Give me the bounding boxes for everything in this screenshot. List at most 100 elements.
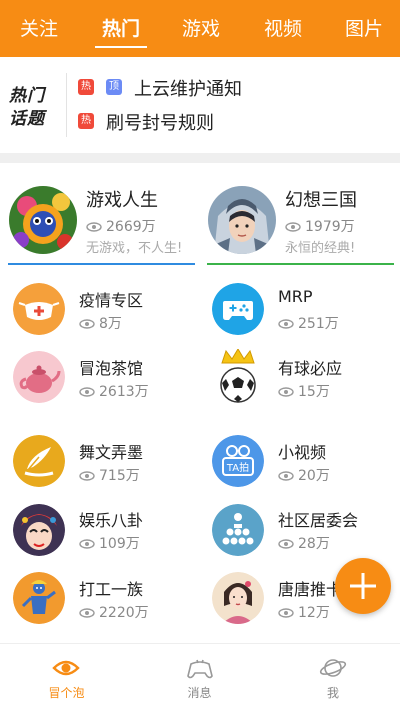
list-item-name[interactable]: 舞文弄墨 bbox=[79, 439, 143, 463]
list-item-views-count: 28万 bbox=[298, 536, 330, 552]
list-item-views: 715万 bbox=[79, 465, 140, 485]
tab-hot[interactable]: 热门 bbox=[95, 14, 147, 44]
list-item-views: 12万 bbox=[278, 602, 330, 622]
eye-icon bbox=[79, 608, 95, 618]
ta-camera-icon-graphic: TA拍 bbox=[212, 435, 264, 487]
bottom-tab-me[interactable]: 我 bbox=[266, 644, 400, 701]
list-item-views: 251万 bbox=[278, 313, 339, 333]
list-item-name[interactable]: 娱乐八卦 bbox=[79, 507, 143, 531]
list-item-views: 2613万 bbox=[79, 381, 149, 401]
bottom-tab-label: 冒个泡 bbox=[48, 686, 85, 700]
eye-icon bbox=[79, 471, 95, 481]
list-item-views-count: 12万 bbox=[298, 605, 330, 621]
worker-icon-graphic bbox=[13, 572, 65, 624]
featured-title[interactable]: 游戏人生 bbox=[86, 186, 158, 212]
soccer-ball-icon-graphic bbox=[220, 348, 256, 403]
list-item-views-count: 2220万 bbox=[99, 605, 149, 621]
hot-topic-link[interactable]: 上云维护通知 bbox=[134, 75, 242, 101]
list-item-views-count: 2613万 bbox=[99, 384, 149, 400]
hot-badge: 热 bbox=[78, 79, 94, 95]
active-tab-indicator bbox=[95, 46, 147, 48]
quill-icon-graphic bbox=[13, 435, 65, 487]
eye-icon bbox=[79, 387, 95, 397]
list-item-views-count: 251万 bbox=[298, 316, 339, 332]
list-item-views: 28万 bbox=[278, 533, 330, 553]
featured-views: 2669万 bbox=[86, 216, 156, 236]
bottom-nav-bar: 冒个泡 消息 我 bbox=[0, 643, 400, 701]
tab-images[interactable]: 图片 bbox=[339, 14, 389, 44]
list-item-views-count: 15万 bbox=[298, 384, 330, 400]
tab-games[interactable]: 游戏 bbox=[176, 14, 226, 44]
bottom-tab-bubble[interactable]: 冒个泡 bbox=[0, 644, 133, 701]
hot-topics-logo-line2: 话题 bbox=[9, 109, 45, 129]
list-item-views-count: 20万 bbox=[298, 468, 330, 484]
tab-video[interactable]: 视频 bbox=[258, 14, 308, 44]
eye-icon bbox=[278, 387, 294, 397]
featured-title[interactable]: 幻想三国 bbox=[285, 186, 357, 212]
list-item-name[interactable]: 唐唐推卡 bbox=[278, 576, 342, 600]
list-item-name[interactable]: 冒泡茶馆 bbox=[79, 355, 143, 379]
featured-views-count: 2669万 bbox=[106, 219, 156, 235]
pinned-badge: 顶 bbox=[106, 79, 122, 95]
eye-icon bbox=[278, 608, 294, 618]
list-item-views-count: 109万 bbox=[99, 536, 140, 552]
eye-icon bbox=[285, 222, 301, 232]
mask-icon[interactable] bbox=[13, 283, 65, 335]
list-item-name[interactable]: 小视频 bbox=[278, 439, 326, 463]
list-item-views: 2220万 bbox=[79, 602, 149, 622]
teapot-icon[interactable] bbox=[13, 351, 65, 403]
eye-icon bbox=[79, 319, 95, 329]
bottom-tab-label: 我 bbox=[326, 686, 339, 700]
fantasy-three-kingdoms-avatar[interactable] bbox=[208, 186, 276, 254]
game-life-avatar-icon bbox=[9, 186, 77, 254]
hot-badge: 热 bbox=[78, 113, 94, 129]
eye-icon bbox=[278, 471, 294, 481]
gamepad-icon[interactable] bbox=[212, 283, 264, 335]
featured-views: 1979万 bbox=[285, 216, 355, 236]
opera-face-icon[interactable] bbox=[13, 504, 65, 556]
tab-follow[interactable]: 关注 bbox=[14, 14, 64, 44]
list-item-views: 8万 bbox=[79, 313, 122, 333]
eye-icon bbox=[79, 539, 95, 549]
opera-face-icon-graphic bbox=[13, 504, 65, 556]
eye-icon bbox=[86, 222, 102, 232]
ta-camera-icon-text: TA拍 bbox=[226, 461, 249, 474]
hot-topics-logo: 热门 话题 bbox=[9, 81, 57, 129]
community-icon[interactable] bbox=[212, 504, 264, 556]
section-separator bbox=[0, 153, 400, 163]
teapot-icon-graphic bbox=[13, 351, 65, 403]
list-item-views-count: 715万 bbox=[99, 468, 140, 484]
bottom-tab-label: 消息 bbox=[187, 686, 212, 700]
list-item-views: 20万 bbox=[278, 465, 330, 485]
divider bbox=[66, 73, 67, 137]
list-item-views: 15万 bbox=[278, 381, 330, 401]
warrior-portrait-icon bbox=[208, 186, 276, 254]
lady-portrait-icon-graphic bbox=[212, 572, 264, 624]
plus-icon bbox=[350, 573, 376, 599]
featured-accent-line bbox=[8, 263, 195, 265]
quill-icon[interactable] bbox=[13, 435, 65, 487]
planet-icon bbox=[319, 659, 347, 677]
top-nav-bar: 关注 热门 游戏 视频 图片 bbox=[0, 0, 400, 57]
create-post-button[interactable] bbox=[335, 558, 391, 614]
worker-icon[interactable] bbox=[13, 572, 65, 624]
list-item-name[interactable]: 社区居委会 bbox=[278, 507, 358, 531]
ta-camera-icon[interactable]: TA拍 bbox=[212, 435, 264, 487]
list-item-name[interactable]: 有球必应 bbox=[278, 355, 342, 379]
eye-icon bbox=[278, 539, 294, 549]
hot-topic-link[interactable]: 刷号封号规则 bbox=[106, 109, 214, 135]
game-life-avatar[interactable] bbox=[9, 186, 77, 254]
bottom-tab-messages[interactable]: 消息 bbox=[133, 644, 266, 701]
featured-subtitle: 永恒的经典! bbox=[285, 241, 356, 256]
eye-icon bbox=[52, 660, 80, 676]
hot-topics-panel: 热门 话题 热 顶 上云维护通知 热 刷号封号规则 bbox=[0, 57, 400, 153]
soccer-ball-icon[interactable] bbox=[212, 348, 264, 403]
gamepad-icon-graphic bbox=[212, 283, 264, 335]
list-item-name[interactable]: 打工一族 bbox=[79, 576, 143, 600]
featured-subtitle: 无游戏，不人生! bbox=[86, 241, 183, 256]
mask-icon-graphic bbox=[13, 283, 65, 335]
list-item-name[interactable]: MRP bbox=[278, 287, 313, 306]
list-item-name[interactable]: 疫情专区 bbox=[79, 287, 143, 311]
lady-portrait-icon[interactable] bbox=[212, 572, 264, 624]
featured-accent-line bbox=[207, 263, 394, 265]
